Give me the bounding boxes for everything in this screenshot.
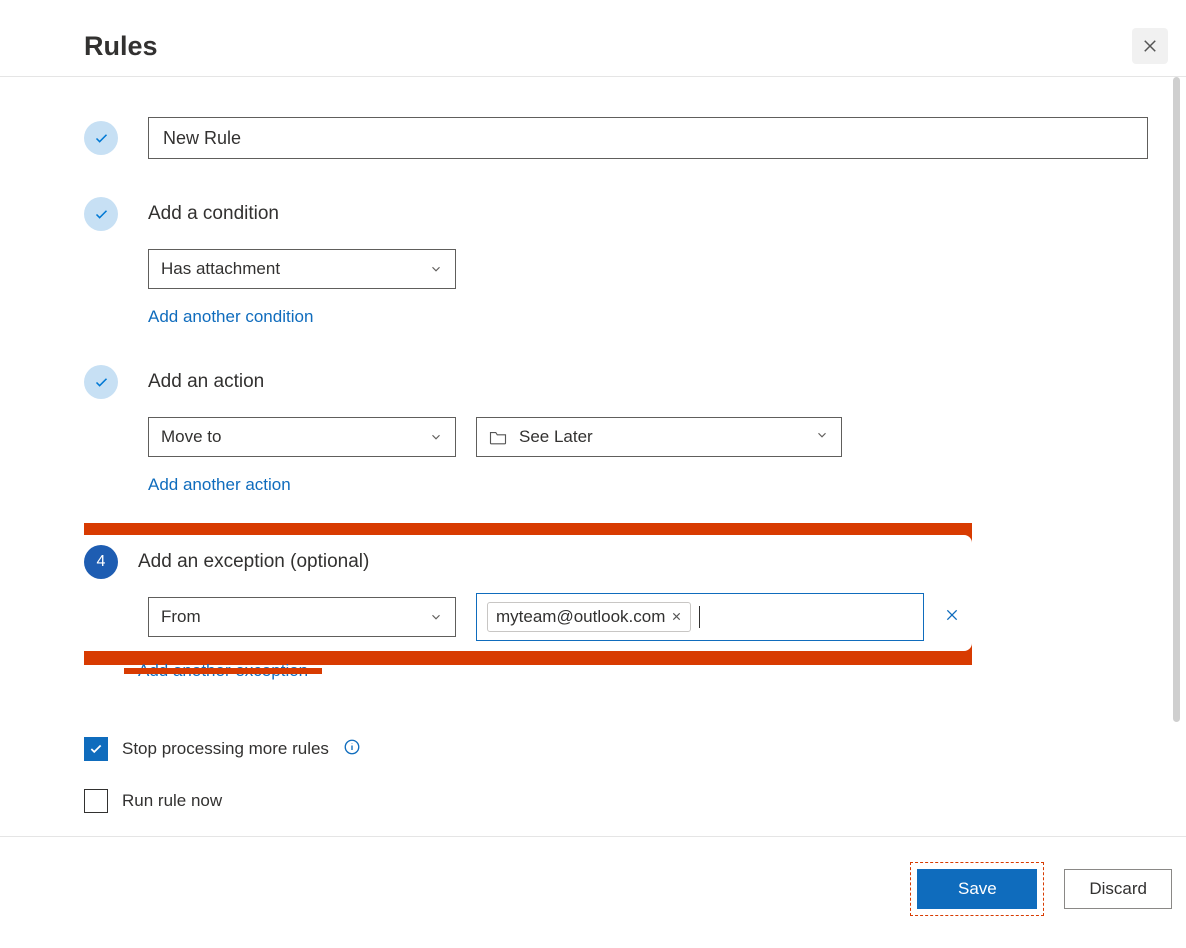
- exception-section: 4 Add an exception (optional) From mytea…: [84, 535, 1150, 681]
- condition-section-label: Add a condition: [148, 203, 279, 225]
- info-icon: [343, 738, 361, 756]
- condition-section: Add a condition Has attachment Add anoth…: [84, 197, 1150, 327]
- rule-name-input[interactable]: [148, 117, 1148, 159]
- exception-selected-value: From: [161, 607, 201, 627]
- stop-processing-label: Stop processing more rules: [122, 739, 329, 759]
- step-badge-name: [84, 121, 118, 155]
- action-folder-select[interactable]: See Later: [476, 417, 842, 457]
- action-select[interactable]: Move to: [148, 417, 456, 457]
- check-icon: [89, 742, 103, 756]
- dialog-content: Add a condition Has attachment Add anoth…: [0, 77, 1186, 837]
- condition-selected-value: Has attachment: [161, 259, 280, 279]
- add-another-action-link[interactable]: Add another action: [148, 475, 1150, 495]
- info-button[interactable]: [343, 738, 361, 761]
- run-now-checkbox[interactable]: [84, 789, 108, 813]
- check-icon: [94, 207, 109, 222]
- run-now-label: Run rule now: [122, 791, 222, 811]
- discard-button[interactable]: Discard: [1064, 869, 1172, 909]
- stop-processing-row: Stop processing more rules: [84, 737, 1150, 761]
- annotation-save-highlight: Save: [910, 862, 1044, 916]
- page-title: Rules: [84, 31, 158, 62]
- action-folder-value: See Later: [519, 427, 593, 447]
- close-button[interactable]: [1132, 28, 1168, 64]
- chevron-down-icon: [429, 262, 443, 276]
- text-caret: [699, 606, 700, 628]
- check-icon: [94, 375, 109, 390]
- close-icon: [671, 611, 682, 622]
- dialog-footer: Save Discard: [910, 862, 1172, 916]
- step-badge-action: [84, 365, 118, 399]
- chevron-down-icon: [815, 428, 829, 442]
- close-icon: [944, 607, 960, 623]
- rule-name-row: [84, 117, 1150, 159]
- exception-people-input[interactable]: myteam@outlook.com: [476, 593, 924, 641]
- scrollbar-thumb[interactable]: [1173, 77, 1180, 722]
- chevron-down-icon: [429, 430, 443, 444]
- dialog-header: Rules: [0, 0, 1186, 77]
- step-number: 4: [97, 553, 106, 571]
- folder-icon: [489, 429, 507, 445]
- add-another-exception-link[interactable]: Add another exception: [138, 661, 308, 681]
- exception-chip-label: myteam@outlook.com: [496, 607, 665, 627]
- exception-select[interactable]: From: [148, 597, 456, 637]
- add-another-condition-link[interactable]: Add another condition: [148, 307, 1150, 327]
- close-icon: [1141, 37, 1159, 55]
- chip-remove-button[interactable]: [671, 607, 682, 627]
- remove-exception-button[interactable]: [944, 607, 960, 628]
- action-selected-value: Move to: [161, 427, 221, 447]
- exception-chip[interactable]: myteam@outlook.com: [487, 602, 691, 632]
- run-now-row: Run rule now: [84, 789, 1150, 813]
- action-section: Add an action Move to See Later Add anot…: [84, 365, 1150, 495]
- exception-section-label: Add an exception (optional): [138, 551, 369, 573]
- stop-processing-checkbox[interactable]: [84, 737, 108, 761]
- check-icon: [94, 131, 109, 146]
- condition-select[interactable]: Has attachment: [148, 249, 456, 289]
- step-badge-exception: 4: [84, 545, 118, 579]
- save-button[interactable]: Save: [917, 869, 1037, 909]
- chevron-down-icon: [429, 610, 443, 624]
- step-badge-condition: [84, 197, 118, 231]
- action-section-label: Add an action: [148, 371, 264, 393]
